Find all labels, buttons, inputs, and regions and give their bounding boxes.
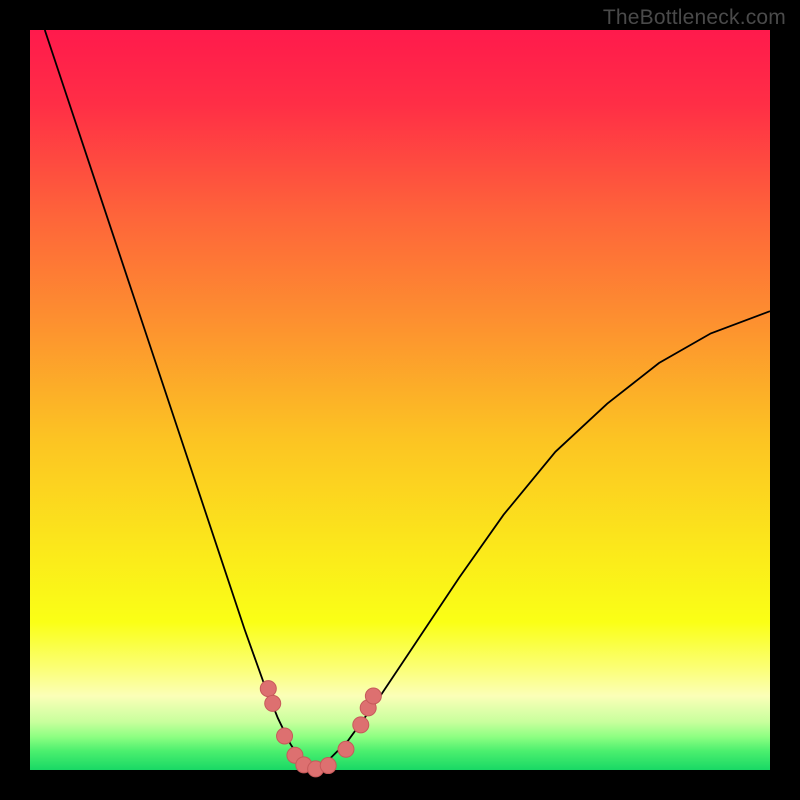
marker-dot bbox=[365, 688, 381, 704]
outer-frame: TheBottleneck.com bbox=[0, 0, 800, 800]
marker-dot bbox=[277, 728, 293, 744]
plot-area bbox=[30, 30, 770, 770]
marker-dot bbox=[260, 681, 276, 697]
marker-dot bbox=[265, 695, 281, 711]
marker-group bbox=[260, 681, 381, 777]
marker-dot bbox=[320, 758, 336, 774]
curve-left bbox=[45, 30, 311, 770]
curve-layer bbox=[30, 30, 770, 770]
watermark-text: TheBottleneck.com bbox=[603, 6, 786, 30]
marker-dot bbox=[353, 717, 369, 733]
marker-dot bbox=[338, 741, 354, 757]
